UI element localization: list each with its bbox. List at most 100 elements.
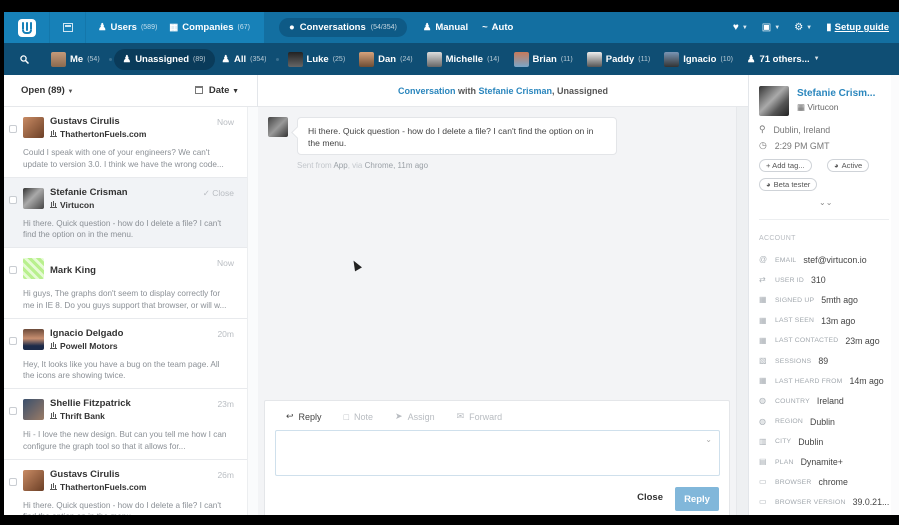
attribute-icon: ▭	[759, 497, 767, 507]
avatar	[23, 469, 44, 491]
inbox-brian[interactable]: Brian (11)	[507, 51, 580, 67]
attribute-icon: ▦	[759, 376, 767, 386]
separator	[108, 57, 112, 61]
sort-dropdown[interactable]: Date ▼	[194, 85, 239, 96]
status-filter-dropdown[interactable]: Open (89) ▼	[21, 85, 73, 96]
attribute-key: USER ID	[775, 276, 804, 284]
attribute-icon: ◍	[759, 396, 766, 406]
heart-menu[interactable]: ♥ ▼	[733, 22, 748, 33]
attribute-icon: ▦	[759, 295, 767, 305]
attribute-key: REGION	[775, 418, 804, 426]
conversation-link[interactable]: Conversation	[398, 86, 456, 96]
conversation-list-item[interactable]: Ignacio Delgado Powell Motors 20m Hey, It l…	[4, 318, 247, 389]
select-checkbox[interactable]	[9, 336, 17, 345]
inbox-paddy[interactable]: Paddy (11)	[580, 51, 657, 67]
conversation-list-item[interactable]: Shellie Fitzpatrick Thrift Bank 23m Hi - I …	[4, 389, 247, 460]
inbox-ignacio[interactable]: Ignacio (10)	[657, 51, 740, 67]
select-checkbox[interactable]	[9, 266, 17, 274]
list-scrollbar[interactable]	[247, 107, 258, 515]
profile-name[interactable]: Stefanie Crism...	[797, 88, 875, 99]
tab-forward[interactable]: ✉ Forward	[457, 411, 503, 422]
auto-icon: ~	[482, 22, 488, 33]
nav-users[interactable]: ♟ Users (589)	[92, 22, 163, 33]
building-icon: ▦	[797, 102, 806, 112]
tab-reply[interactable]: ↩ Reply	[286, 411, 322, 422]
caret-icon: ▼	[741, 24, 748, 31]
conversation-list-item[interactable]: Gustavs Cirulis ThathertonFuels.com 26m Hi …	[4, 459, 247, 515]
attribute-key: SIGNED UP	[775, 296, 815, 304]
select-checkbox[interactable]	[9, 125, 17, 133]
expand-chevron-icon[interactable]: ⌄⌄	[819, 198, 832, 207]
inbox-michelle[interactable]: Michelle (14)	[420, 51, 507, 67]
inbox-all[interactable]: ♟ All (354)	[215, 54, 274, 65]
nav-companies[interactable]: ▦ Companies (67)	[163, 22, 256, 33]
attribute-value: 13m ago	[821, 315, 856, 326]
conversation-list-item[interactable]: Stefanie Crisman Virtucon ✓ Close Hi there.…	[4, 177, 247, 248]
attribute-value: Dublin	[798, 436, 824, 447]
profile-local-time: ◷ 2:29 PM GMT	[759, 140, 830, 151]
attribute-row: ▤ PLAN Dynamite+	[759, 457, 843, 467]
inbox-others-dropdown[interactable]: ♟ 71 others... ▼	[740, 54, 827, 65]
inbox-icon[interactable]	[50, 12, 86, 43]
nav-auto[interactable]: ~ Auto	[476, 22, 519, 33]
avatar	[287, 51, 303, 67]
inbox-dan[interactable]: Dan (24)	[352, 51, 419, 67]
customer-name: Mark King	[50, 265, 96, 276]
conversation-list-item[interactable]: Gustavs Cirulis ThathertonFuels.com Now Cou…	[4, 107, 247, 178]
assign-icon: ➤	[395, 411, 403, 421]
search-icon[interactable]	[4, 54, 44, 64]
settings-menu[interactable]: ⚙ ▼	[794, 22, 812, 33]
close-button[interactable]: Close	[637, 492, 663, 503]
select-checkbox[interactable]	[9, 477, 17, 486]
tab-assign[interactable]: ➤ Assign	[395, 411, 435, 422]
inbox-luke[interactable]: Luke (25)	[281, 51, 353, 67]
screen-edge	[0, 515, 899, 525]
attribute-value: 23m ago	[845, 335, 880, 346]
conversation-scrollbar[interactable]	[736, 107, 748, 515]
avatar	[426, 51, 442, 67]
attribute-key: LAST HEARD FROM	[775, 377, 843, 385]
caret-icon: ▼	[67, 89, 74, 95]
select-checkbox[interactable]	[9, 407, 17, 415]
attribute-value: Dublin	[810, 416, 835, 427]
customer-name: Shellie Fitzpatrick	[50, 398, 131, 409]
avatar	[664, 51, 680, 67]
heart-icon: ♥	[732, 22, 739, 33]
setup-guide[interactable]: ▮ Setup guide	[826, 22, 889, 33]
caret-icon: ▼	[806, 24, 813, 31]
inbox-me[interactable]: Me (54)	[44, 51, 107, 67]
reply-button[interactable]: Reply	[675, 487, 719, 511]
profile-scrollbar[interactable]	[891, 75, 899, 515]
user-profile-panel: Stefanie Crism... ▦ Virtucon ⚲ Dublin, Ir…	[748, 75, 899, 515]
segment-tag-active[interactable]: ◕ Active	[827, 159, 870, 172]
reply-arrow-icon: ↩	[286, 411, 294, 421]
profile-company[interactable]: ▦ Virtucon	[797, 102, 838, 113]
attribute-key: CITY	[775, 438, 792, 446]
box-icon: ▣	[761, 22, 772, 33]
close-action[interactable]: ✓ Close	[203, 188, 234, 199]
nav-conversations[interactable]: ● Conversations (54/354)	[279, 18, 407, 37]
avatar	[23, 117, 44, 138]
reply-input[interactable]: ⌄	[275, 430, 720, 476]
note-icon: □	[343, 411, 349, 422]
segment-tag-beta-tester[interactable]: ◕ Beta tester	[759, 178, 818, 191]
avatar	[51, 51, 66, 67]
pie-icon: ◕	[766, 180, 771, 189]
avatar	[513, 51, 529, 67]
apps-menu[interactable]: ▣ ▼	[762, 22, 780, 33]
nav-manual[interactable]: ♟ Manual	[417, 22, 474, 33]
conversation-list-item[interactable]: Mark King Now Hi guys, The graphs don't se…	[4, 248, 247, 319]
add-tag-button[interactable]: + Add tag...	[759, 159, 812, 172]
attribute-key: BROWSER	[775, 478, 812, 486]
attribute-value: chrome	[818, 477, 848, 488]
divider	[759, 219, 889, 220]
attribute-icon: ▤	[759, 457, 767, 466]
tab-note[interactable]: □ Note	[344, 411, 373, 422]
chevron-down-icon[interactable]: ⌄	[705, 435, 712, 444]
select-checkbox[interactable]	[9, 195, 17, 204]
inbox-unassigned[interactable]: ♟ Unassigned (89)	[113, 48, 215, 70]
attribute-value: 14m ago	[849, 376, 884, 387]
intercom-logo[interactable]	[4, 12, 50, 43]
user-link[interactable]: Stefanie Crisman	[479, 86, 553, 96]
inbox-filter-bar: Me (54) ♟ Unassigned (89) ♟ All (354) Luke (25…	[4, 43, 899, 75]
